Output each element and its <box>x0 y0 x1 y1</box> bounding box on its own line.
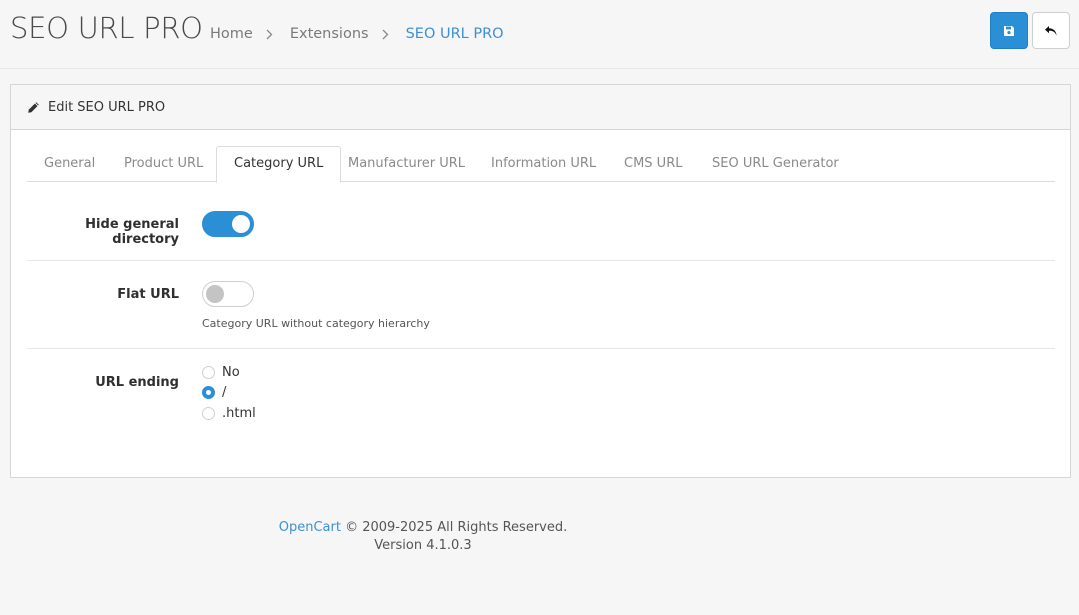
url-ending-option-slash[interactable]: / <box>202 385 226 400</box>
pencil-icon <box>27 101 40 114</box>
url-ending-option-no[interactable]: No <box>202 365 240 380</box>
breadcrumb-home[interactable]: Home <box>210 26 253 42</box>
page-title: SEO URL PRO <box>10 11 203 45</box>
save-button[interactable] <box>990 12 1028 49</box>
row-divider <box>27 260 1055 261</box>
page-header: SEO URL PRO Home Extensions SEO URL PRO <box>0 0 1079 69</box>
toggle-knob <box>206 285 224 303</box>
radio-label: .html <box>222 406 256 421</box>
breadcrumb-seo-url-pro[interactable]: SEO URL PRO <box>406 26 504 42</box>
breadcrumb: Home Extensions SEO URL PRO <box>210 26 504 42</box>
tab-product-url[interactable]: Product URL <box>107 146 220 182</box>
flat-url-label: Flat URL <box>117 287 179 302</box>
save-icon <box>1003 25 1015 37</box>
back-icon <box>1044 25 1058 37</box>
chevron-right-icon <box>381 29 395 40</box>
back-button[interactable] <box>1032 12 1070 49</box>
tab-general[interactable]: General <box>27 146 112 182</box>
radio-button[interactable] <box>202 366 215 379</box>
copyright-text: © 2009-2025 All Rights Reserved. <box>345 520 568 535</box>
toggle-knob <box>232 215 250 233</box>
card-header: Edit SEO URL PRO <box>11 85 1070 130</box>
radio-button[interactable] <box>202 386 215 399</box>
flat-url-toggle[interactable] <box>202 281 254 307</box>
radio-label: / <box>222 385 227 400</box>
url-ending-option-html[interactable]: .html <box>202 406 256 421</box>
radio-label: No <box>222 365 240 380</box>
chevron-right-icon <box>265 29 279 40</box>
tab-seo-url-generator[interactable]: SEO URL Generator <box>695 146 856 182</box>
row-divider <box>27 348 1055 349</box>
tab-information-url[interactable]: Information URL <box>474 146 613 182</box>
breadcrumb-extensions[interactable]: Extensions <box>290 26 369 42</box>
radio-button[interactable] <box>202 407 215 420</box>
tab-category-url[interactable]: Category URL <box>216 146 342 183</box>
card-title: Edit SEO URL PRO <box>48 99 166 115</box>
hide-general-directory-label: Hide general directory <box>85 217 179 247</box>
tab-bar: General Product URL Category URL Manufac… <box>27 146 1055 183</box>
url-ending-label: URL ending <box>95 375 179 390</box>
hide-general-directory-toggle[interactable] <box>202 211 254 237</box>
tab-manufacturer-url[interactable]: Manufacturer URL <box>331 146 482 182</box>
footer: OpenCart © 2009-2025 All Rights Reserved… <box>0 519 846 555</box>
flat-url-help: Category URL without category hierarchy <box>202 317 430 330</box>
opencart-link[interactable]: OpenCart <box>279 520 341 535</box>
version-text: Version 4.1.0.3 <box>374 538 472 553</box>
tab-cms-url[interactable]: CMS URL <box>607 146 699 182</box>
edit-card: Edit SEO URL PRO General Product URL Cat… <box>10 84 1071 478</box>
